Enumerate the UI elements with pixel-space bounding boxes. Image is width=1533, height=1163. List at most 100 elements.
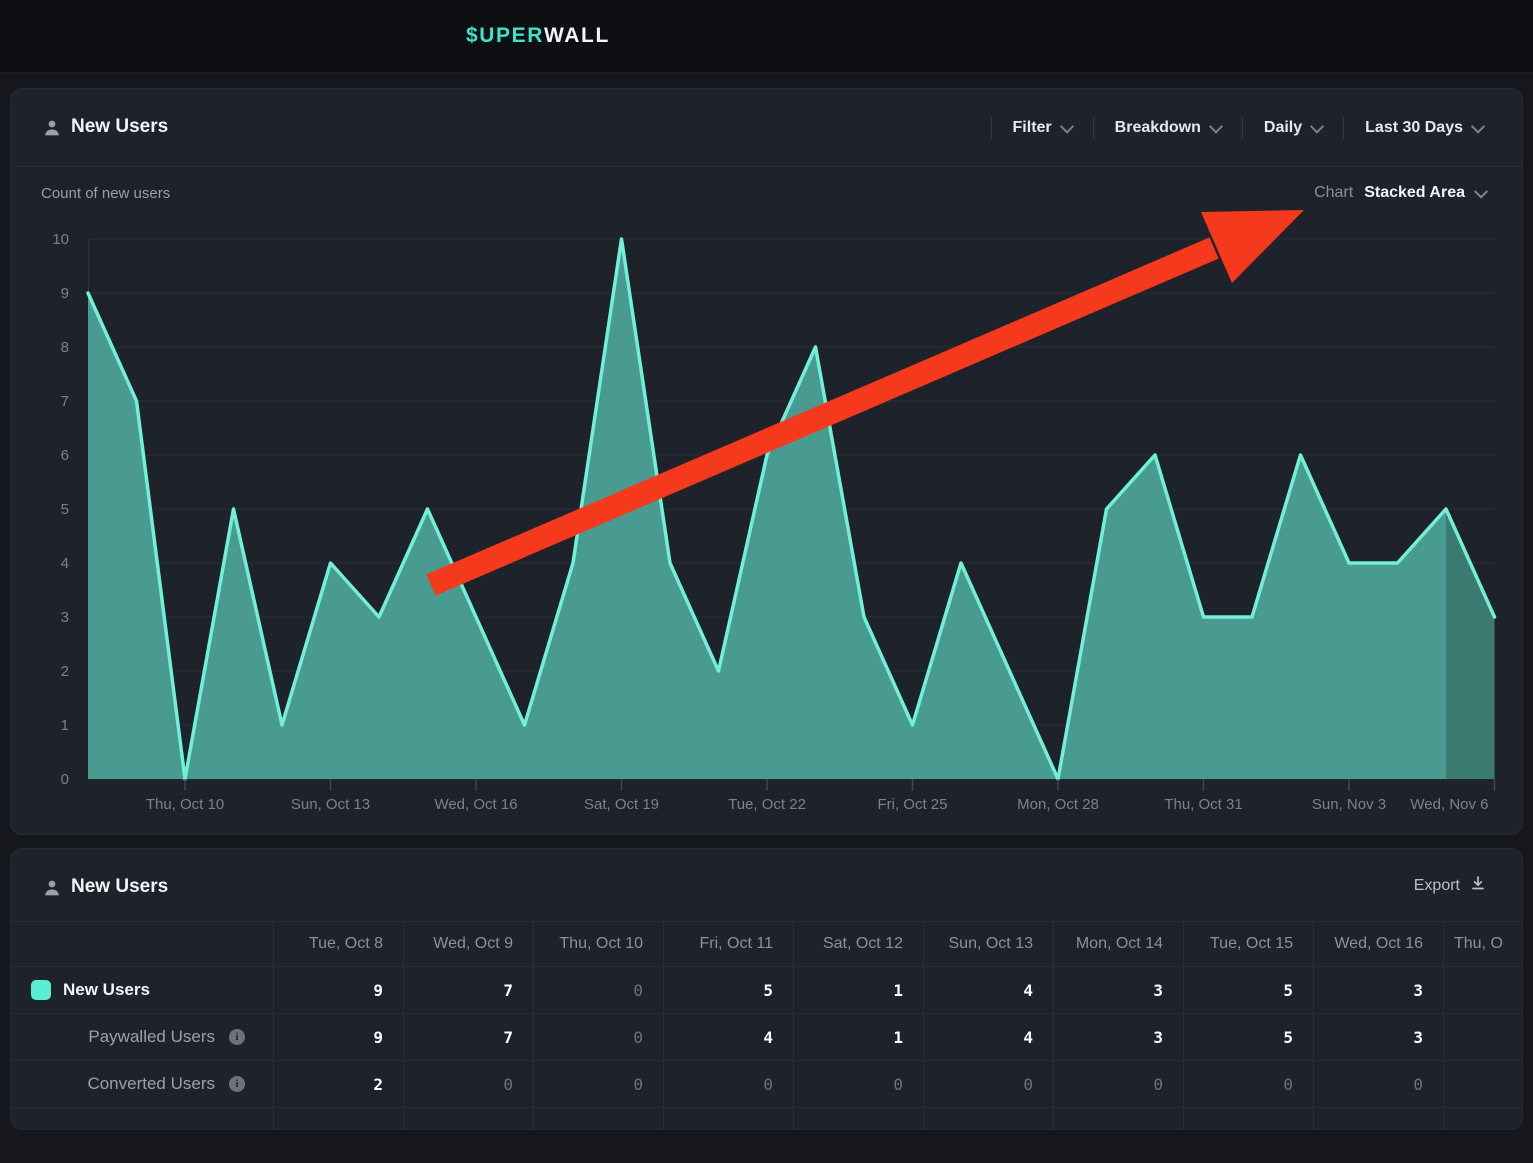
- table-value: 3: [1153, 1028, 1163, 1047]
- table-filler-cell: [1053, 1107, 1183, 1130]
- table-value: 4: [1023, 1028, 1033, 1047]
- table-cell: 4: [923, 966, 1053, 1013]
- x-axis-tick-label: Thu, Oct 10: [146, 796, 224, 813]
- y-axis-tick-label: 1: [61, 717, 69, 734]
- column-header: Tue, Oct 15: [1183, 921, 1313, 966]
- column-header: Thu, O: [1443, 921, 1523, 966]
- table-cell: 5: [663, 966, 793, 1013]
- y-axis-tick-label: 8: [61, 339, 69, 356]
- table-cell: 0: [663, 1060, 793, 1107]
- table-cell: 3: [1053, 1013, 1183, 1060]
- table-filler-cell: [403, 1107, 533, 1130]
- person-icon: [43, 879, 61, 897]
- table-cell: 3: [1313, 1013, 1443, 1060]
- logo-rest-text: WALL: [544, 24, 610, 48]
- y-axis-tick-label: 2: [61, 663, 69, 680]
- x-axis-tick-label: Wed, Nov 6: [1410, 796, 1488, 813]
- data-table: Tue, Oct 8Wed, Oct 9Thu, Oct 10Fri, Oct …: [11, 921, 1523, 1130]
- table-cell: 5: [1183, 966, 1313, 1013]
- info-icon[interactable]: [229, 1029, 245, 1045]
- table-value: 0: [1283, 1075, 1293, 1094]
- y-axis-tick-label: 3: [61, 609, 69, 626]
- table-value: 5: [1283, 1028, 1293, 1047]
- area-fill-incomplete: [1446, 509, 1495, 779]
- table-cell: [1443, 1060, 1523, 1107]
- column-header: Sat, Oct 12: [793, 921, 923, 966]
- column-header: Sun, Oct 13: [923, 921, 1053, 966]
- row-label: Converted Users: [87, 1074, 215, 1094]
- table-filler-cell: [793, 1107, 923, 1130]
- table-value: 0: [1413, 1075, 1423, 1094]
- x-axis-tick-label: Mon, Oct 28: [1017, 796, 1099, 813]
- table-cell: 3: [1313, 966, 1443, 1013]
- x-axis-tick-label: Sun, Nov 3: [1312, 796, 1386, 813]
- row-label-cell: Paywalled Users: [11, 1013, 273, 1060]
- table-value: 0: [633, 981, 643, 1000]
- row-label-cell: Converted Users: [11, 1060, 273, 1107]
- table-cell: 0: [793, 1060, 923, 1107]
- series-color-swatch: [31, 980, 51, 1000]
- table-value: 0: [1153, 1075, 1163, 1094]
- table-filler-cell: [1313, 1107, 1443, 1130]
- table-cell: [1443, 966, 1523, 1013]
- table-panel-title: New Users: [71, 876, 168, 898]
- table-value: 2: [373, 1075, 383, 1094]
- column-header: Thu, Oct 10: [533, 921, 663, 966]
- y-axis-tick-label: 7: [61, 393, 69, 410]
- stacked-area-chart: 012345678910Thu, Oct 10Sun, Oct 13Wed, O…: [11, 89, 1523, 835]
- logo-accent-text: $UPER: [466, 24, 544, 48]
- table-value: 0: [633, 1075, 643, 1094]
- table-cell: 9: [273, 966, 403, 1013]
- table-cell: 1: [793, 966, 923, 1013]
- table-cell: [1443, 1013, 1523, 1060]
- table-value: 3: [1153, 981, 1163, 1000]
- table-value: 5: [763, 981, 773, 1000]
- table-value: 0: [1023, 1075, 1033, 1094]
- y-axis-tick-label: 10: [52, 231, 69, 248]
- row-label: Paywalled Users: [88, 1027, 215, 1047]
- table-cell: 0: [403, 1060, 533, 1107]
- export-button[interactable]: Export: [1408, 874, 1492, 897]
- table-cell: 7: [403, 1013, 533, 1060]
- new-users-chart-panel: New Users Filter Breakdown Daily Last 30…: [10, 88, 1523, 835]
- y-axis-tick-label: 9: [61, 285, 69, 302]
- table-value: 9: [373, 981, 383, 1000]
- table-filler-cell: [273, 1107, 403, 1130]
- x-axis-tick-label: Sat, Oct 19: [584, 796, 659, 813]
- table-value: 9: [373, 1028, 383, 1047]
- table-cell: 2: [273, 1060, 403, 1107]
- download-icon: [1470, 875, 1486, 896]
- table-value: 0: [893, 1075, 903, 1094]
- top-nav-bar: $UPERWALL: [0, 0, 1533, 73]
- table-cell: 4: [923, 1013, 1053, 1060]
- x-axis-tick-label: Wed, Oct 16: [434, 796, 517, 813]
- table-cell: 5: [1183, 1013, 1313, 1060]
- table-value: 3: [1413, 1028, 1423, 1047]
- table-value: 5: [1283, 981, 1293, 1000]
- table-corner-cell: [11, 921, 273, 966]
- table-cell: 1: [793, 1013, 923, 1060]
- y-axis-tick-label: 6: [61, 447, 69, 464]
- column-header: Tue, Oct 8: [273, 921, 403, 966]
- x-axis-tick-label: Sun, Oct 13: [291, 796, 370, 813]
- y-axis-tick-label: 0: [61, 771, 69, 788]
- table-cell: 0: [533, 1013, 663, 1060]
- table-cell: 9: [273, 1013, 403, 1060]
- table-cell: 0: [923, 1060, 1053, 1107]
- table-value: 0: [763, 1075, 773, 1094]
- info-icon[interactable]: [229, 1076, 245, 1092]
- table-filler-cell: [1443, 1107, 1523, 1130]
- table-cell: 0: [533, 1060, 663, 1107]
- table-cell: 0: [533, 966, 663, 1013]
- column-header: Fri, Oct 11: [663, 921, 793, 966]
- table-value: 4: [1023, 981, 1033, 1000]
- table-value: 7: [503, 1028, 513, 1047]
- column-header: Wed, Oct 9: [403, 921, 533, 966]
- superwall-logo[interactable]: $UPERWALL: [466, 0, 610, 72]
- x-axis-tick-label: Thu, Oct 31: [1164, 796, 1242, 813]
- table-cell: 0: [1183, 1060, 1313, 1107]
- y-axis-tick-label: 4: [61, 555, 69, 572]
- row-label-cell: New Users: [11, 966, 273, 1013]
- table-value: 4: [763, 1028, 773, 1047]
- table-value: 3: [1413, 981, 1423, 1000]
